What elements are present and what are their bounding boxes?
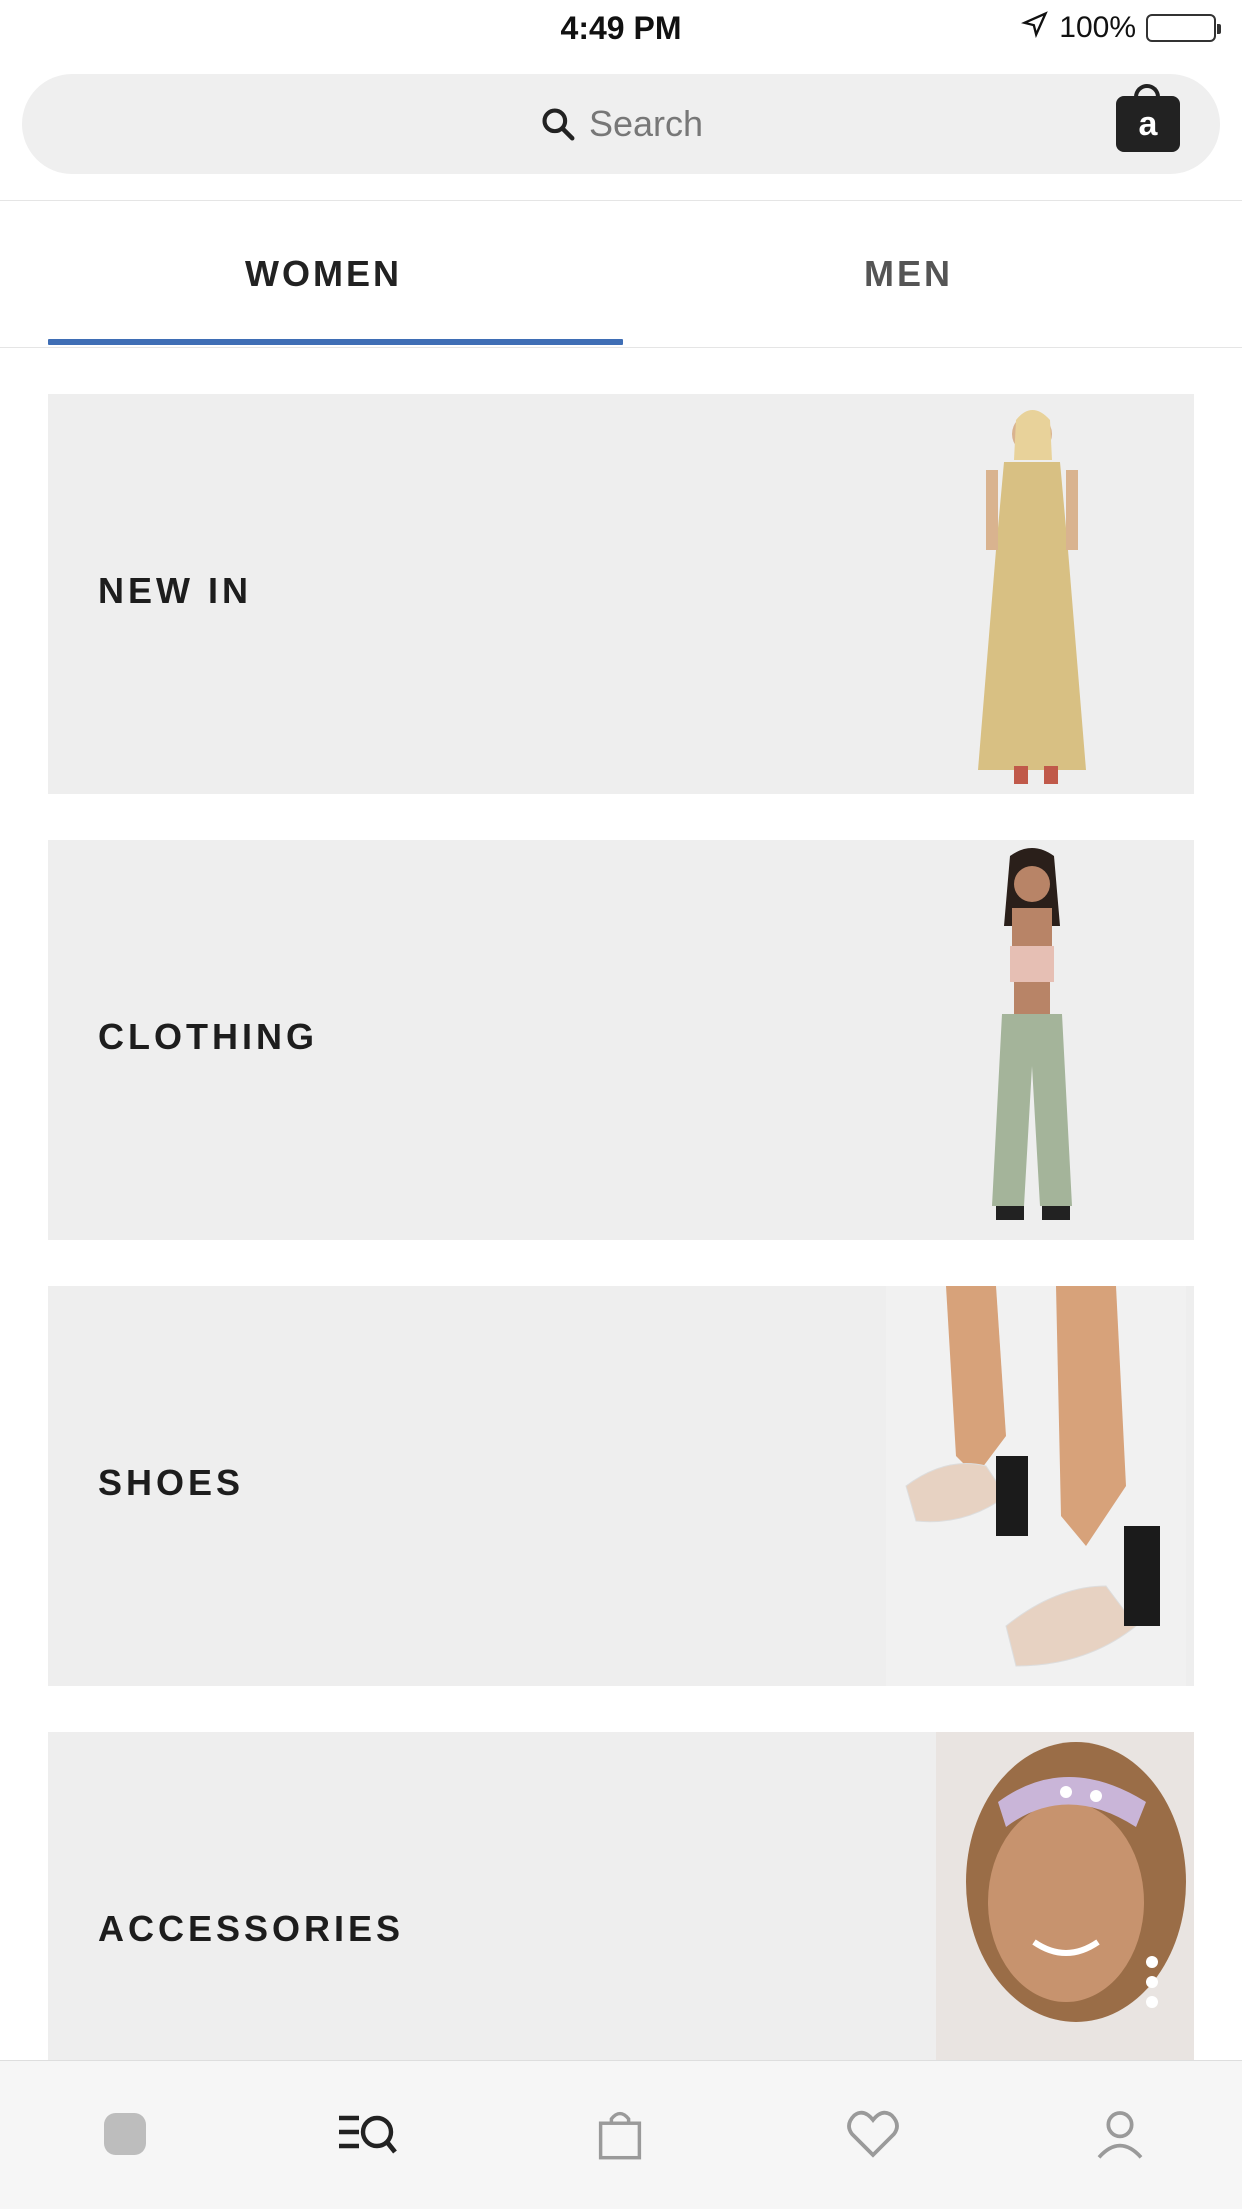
brand-bag-icon[interactable]: a [1116, 84, 1180, 152]
nav-home-icon[interactable] [90, 2099, 160, 2169]
category-label: SHOES [98, 1462, 245, 1503]
status-bar: 4:49 PM 100% [0, 0, 1242, 56]
category-label: NEW IN [98, 570, 252, 611]
bottom-nav [0, 2060, 1242, 2209]
search-bar[interactable]: Search a [22, 74, 1220, 174]
nav-account-icon[interactable] [1085, 2099, 1155, 2169]
search-icon [539, 105, 577, 143]
nav-search-icon[interactable] [332, 2099, 402, 2169]
nav-saved-heart-icon[interactable] [838, 2099, 908, 2169]
category-card-new-in[interactable]: NEW IN [48, 394, 1194, 794]
category-label: ACCESSORIES [98, 1908, 405, 1949]
category-card-shoes[interactable]: SHOES [48, 1286, 1194, 1686]
category-card-clothing[interactable]: CLOTHING [48, 840, 1194, 1240]
nav-bag-icon[interactable] [585, 2099, 655, 2169]
status-right: 100% [1021, 10, 1221, 46]
product-image-dress [956, 400, 1108, 790]
gender-tabs: WOMEN MEN [0, 200, 1242, 348]
category-label: CLOTHING [98, 1016, 318, 1057]
battery-icon [1146, 14, 1221, 42]
battery-percent: 100% [1059, 11, 1136, 44]
tab-men[interactable]: MEN [864, 253, 953, 295]
product-image-headband [936, 1732, 1194, 2060]
product-image-heels [886, 1286, 1186, 1686]
search-input[interactable]: Search [589, 103, 703, 145]
tab-active-indicator [48, 339, 623, 345]
product-image-outfit [956, 846, 1108, 1236]
location-arrow-icon [1021, 10, 1049, 46]
tab-women[interactable]: WOMEN [245, 253, 402, 295]
